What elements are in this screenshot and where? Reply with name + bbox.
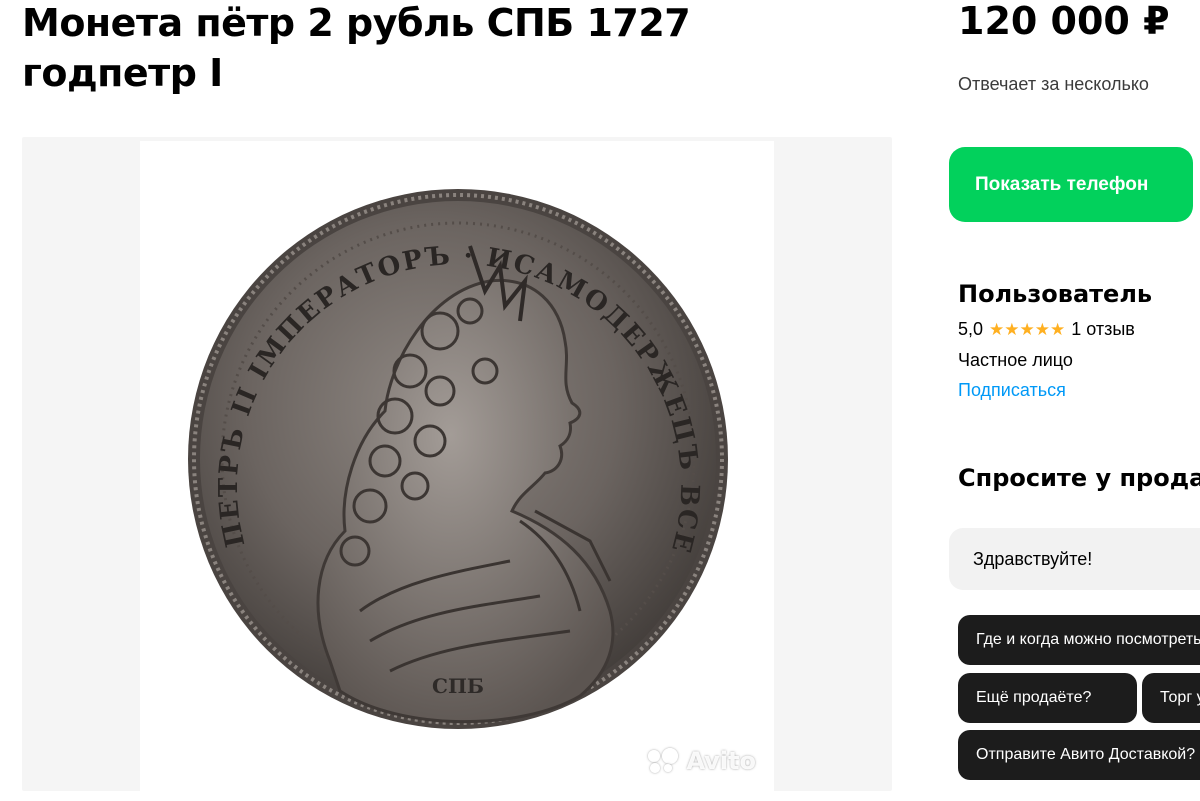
response-time: Отвечает за несколько (958, 74, 1149, 94)
listing-page: Монета пётр 2 рубль СПБ 1727 годпетр I П… (0, 0, 1200, 801)
quick-reply-chip[interactable]: Где и когда можно посмотреть? (958, 615, 1200, 665)
show-phone-button[interactable]: Показать телефон (949, 147, 1193, 222)
message-input[interactable] (949, 528, 1200, 590)
price: 120 000 ₽ (958, 0, 1170, 43)
reviews-link[interactable]: 1 отзыв (1071, 319, 1135, 340)
photo-gallery[interactable]: ПЕТРЪ II ІМПЕРАТОРЪ · ИСАМОДЕРЖЕЦЪ ВСЕРО… (22, 137, 892, 791)
listing-title: Монета пётр 2 рубль СПБ 1727 годпетр I (22, 1, 691, 95)
subscribe-link[interactable]: Подписаться (958, 380, 1066, 401)
quick-reply-chip[interactable]: Ещё продаёте? (958, 673, 1137, 723)
coin-image: ПЕТРЪ II ІМПЕРАТОРЪ · ИСАМОДЕРЖЕЦЪ ВСЕРО… (140, 141, 728, 729)
quick-reply-chip[interactable]: Отправите Авито Доставкой? (958, 730, 1200, 780)
seller-type: Частное лицо (958, 350, 1073, 370)
rating-stars-icon: ★★★★★ (989, 319, 1066, 339)
avito-watermark-text: Avito (686, 747, 756, 775)
seller-rating: 5,0 ★★★★★ 1 отзыв (958, 319, 1135, 340)
rating-value: 5,0 (958, 319, 984, 339)
main-photo[interactable]: ПЕТРЪ II ІМПЕРАТОРЪ · ИСАМОДЕРЖЕЦЪ ВСЕРО… (140, 141, 774, 791)
ask-seller-heading: Спросите у продавца (958, 464, 1200, 492)
seller-name[interactable]: Пользователь (958, 280, 1152, 308)
avito-watermark: Avito (648, 747, 756, 775)
coin-mint-mark: СПБ (432, 674, 484, 698)
quick-reply-chip[interactable]: Торг уместен? (1142, 673, 1200, 723)
avito-logo-icon (648, 748, 682, 774)
